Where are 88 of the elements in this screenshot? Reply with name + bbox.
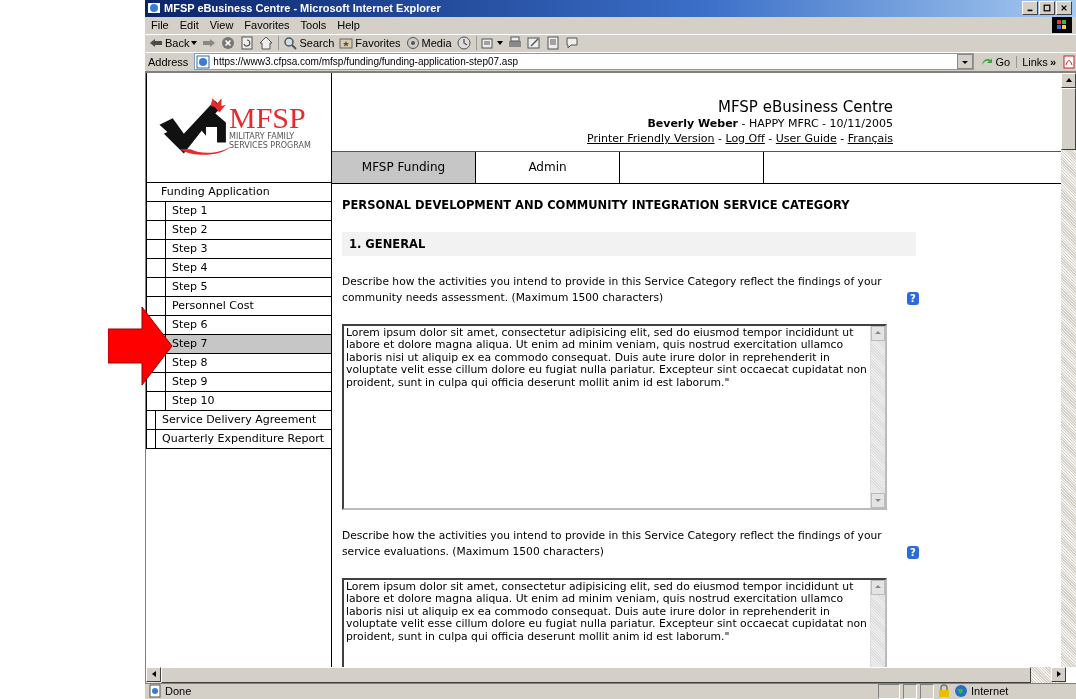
- links-button[interactable]: Links »: [1016, 55, 1056, 68]
- sidebar-item[interactable]: Step 6: [166, 315, 331, 334]
- document-icon[interactable]: [545, 36, 560, 51]
- scroll-left-button[interactable]: [146, 666, 161, 682]
- edit-icon[interactable]: [526, 36, 541, 51]
- go-button[interactable]: Go: [979, 54, 1011, 69]
- history-icon[interactable]: [456, 36, 471, 51]
- stop-icon[interactable]: [221, 36, 236, 51]
- home-icon[interactable]: [259, 36, 274, 51]
- dropdown-button[interactable]: [956, 54, 973, 70]
- sidebar-item[interactable]: Step 10: [166, 391, 331, 410]
- user-info: Beverly Weber - HAPPY MFRC - 10/11/2005: [647, 115, 893, 131]
- scroll-thumb[interactable]: [1061, 87, 1076, 150]
- sidebar-item[interactable]: Step 8: [166, 353, 331, 372]
- section-heading: 1. GENERAL: [342, 231, 916, 256]
- sidebar-item[interactable]: Step 4: [166, 258, 331, 277]
- sidebar-item[interactable]: Quarterly Expenditure Report: [156, 429, 331, 448]
- menu-item[interactable]: View: [209, 19, 234, 32]
- help-button[interactable]: ?: [907, 291, 919, 305]
- logo-subtitle: MILITARY FAMILY: [229, 132, 295, 142]
- favorites-button[interactable]: Favorites: [339, 36, 401, 51]
- search-icon: [283, 36, 298, 51]
- scroll-down-button[interactable]: [871, 492, 885, 508]
- status-text: Done: [165, 685, 193, 698]
- minimize-button[interactable]: [1022, 1, 1038, 16]
- address-field[interactable]: https://www3.cfpsa.com/mfsp/funding/funding-application-step07.asp: [194, 53, 974, 71]
- site-title: MFSP eBusiness Centre: [718, 98, 893, 116]
- header-link[interactable]: Log Off: [725, 130, 765, 146]
- menu-item[interactable]: Tools: [300, 19, 327, 32]
- search-button[interactable]: Search: [278, 36, 335, 51]
- link-separator: -: [839, 130, 846, 146]
- acrobat-icon[interactable]: [1062, 54, 1076, 69]
- nav-tab[interactable]: Admin: [476, 151, 620, 183]
- header-link[interactable]: User Guide: [775, 130, 837, 146]
- close-button[interactable]: [1056, 1, 1072, 16]
- answer-field[interactable]: Lorem ipsum dolor sit amet, consectetur adipisicing elit, sed do eiusmod tempor incididunt ut labore et dolore magna aliqua. Ut enim ad minim veniam, quis nostrud exercitation ullamco laboris nisi ut aliquip ex ea commodo consequat. Duis aute irure dolor in reprehenderit in voluptate velit esse cillum dolore eu fugiat nulla pariatur. Excepteur sint occaecat cupidatat non proident, sunt in culpa qui officia deserunt mollit anim id est laborum.": [342, 323, 887, 510]
- refresh-icon[interactable]: [240, 36, 255, 51]
- sidebar-item[interactable]: Step 2: [166, 220, 331, 239]
- sidebar-item[interactable]: Service Delivery Agreement: [156, 410, 331, 429]
- address-label: Address: [148, 55, 189, 68]
- window-title: MFSP eBusiness Centre - Microsoft Internet Explorer: [164, 2, 442, 15]
- question-text: Describe how the activities you intend to provide in this Service Category reflect the findings of your community needs assessment. (Maximum 1500 characters): [342, 273, 883, 306]
- security-zone: Internet: [971, 685, 1010, 698]
- page-icon: [196, 54, 211, 69]
- header-link[interactable]: Printer Friendly Version: [587, 130, 715, 146]
- scroll-up-button[interactable]: [871, 325, 885, 341]
- sidebar-item[interactable]: Personnel Cost: [166, 296, 331, 315]
- scroll-right-button[interactable]: [1051, 666, 1066, 682]
- sidebar-item[interactable]: Step 5: [166, 277, 331, 296]
- menu-item[interactable]: File: [151, 19, 169, 32]
- windows-logo-icon: [1052, 17, 1072, 34]
- nav-tab[interactable]: MFSP Funding: [332, 151, 476, 183]
- menu-item[interactable]: Help: [337, 19, 360, 32]
- mail-button[interactable]: [475, 36, 503, 51]
- up-arrow-icon: [1064, 76, 1073, 85]
- help-button[interactable]: ?: [907, 545, 919, 559]
- globe-icon: [954, 684, 968, 699]
- disc-icon: [405, 36, 420, 51]
- sidebar-item[interactable]: Funding Application: [147, 182, 331, 201]
- back-button[interactable]: Back: [149, 36, 198, 51]
- menu-item[interactable]: Favorites: [244, 19, 290, 32]
- sidebar-item[interactable]: Step 1: [166, 201, 331, 220]
- sidebar-item[interactable]: Step 9: [166, 372, 331, 391]
- link-separator: -: [767, 130, 774, 146]
- star-folder-icon: [339, 36, 354, 51]
- question-text: Describe how the activities you intend to provide in this Service Category reflect the findings of your service evaluations. (Maximum 1500 characters): [342, 527, 883, 560]
- down-arrow-icon: [874, 496, 882, 505]
- right-arrow-icon: [1054, 670, 1063, 679]
- scrollbar[interactable]: [1061, 72, 1076, 667]
- logo-subtitle: SERVICES PROGRAM: [229, 141, 311, 151]
- answer-field[interactable]: Lorem ipsum dolor sit amet, consectetur adipisicing elit, sed do eiusmod tempor incididunt ut labore et dolore magna aliqua. Ut enim ad minim veniam, quis nostrud exercitation ullamco laboris nisi ut aliquip ex ea commodo consequat. Duis aute irure dolor in reprehenderit in voluptate velit esse cillum dolore eu fugiat nulla pariatur. Excepteur sint occaecat cupidatat non proident, sunt in culpa qui officia deserunt mollit anim id est laborum.": [342, 577, 887, 667]
- scroll-up-button[interactable]: [871, 579, 885, 595]
- link-separator: -: [716, 130, 723, 146]
- speech-bubble-icon[interactable]: [564, 36, 579, 51]
- sidebar-item[interactable]: Step 3: [166, 239, 331, 258]
- caret-icon: [496, 41, 503, 46]
- maximize-icon: [1043, 4, 1051, 13]
- caret-icon: [191, 41, 198, 46]
- close-icon: [1060, 4, 1068, 13]
- media-button[interactable]: Media: [405, 36, 452, 51]
- pointer-arrow-icon: [108, 307, 172, 385]
- menu-item[interactable]: Edit: [179, 19, 199, 32]
- logo-name: MFSP: [229, 104, 307, 133]
- page-heading: PERSONAL DEVELOPMENT AND COMMUNITY INTEGRATION SERVICE CATEGORY: [342, 197, 851, 212]
- header-link[interactable]: Français: [847, 130, 893, 146]
- browser-icon: [147, 1, 161, 16]
- mail-icon: [480, 36, 495, 51]
- maximize-button[interactable]: [1039, 1, 1055, 16]
